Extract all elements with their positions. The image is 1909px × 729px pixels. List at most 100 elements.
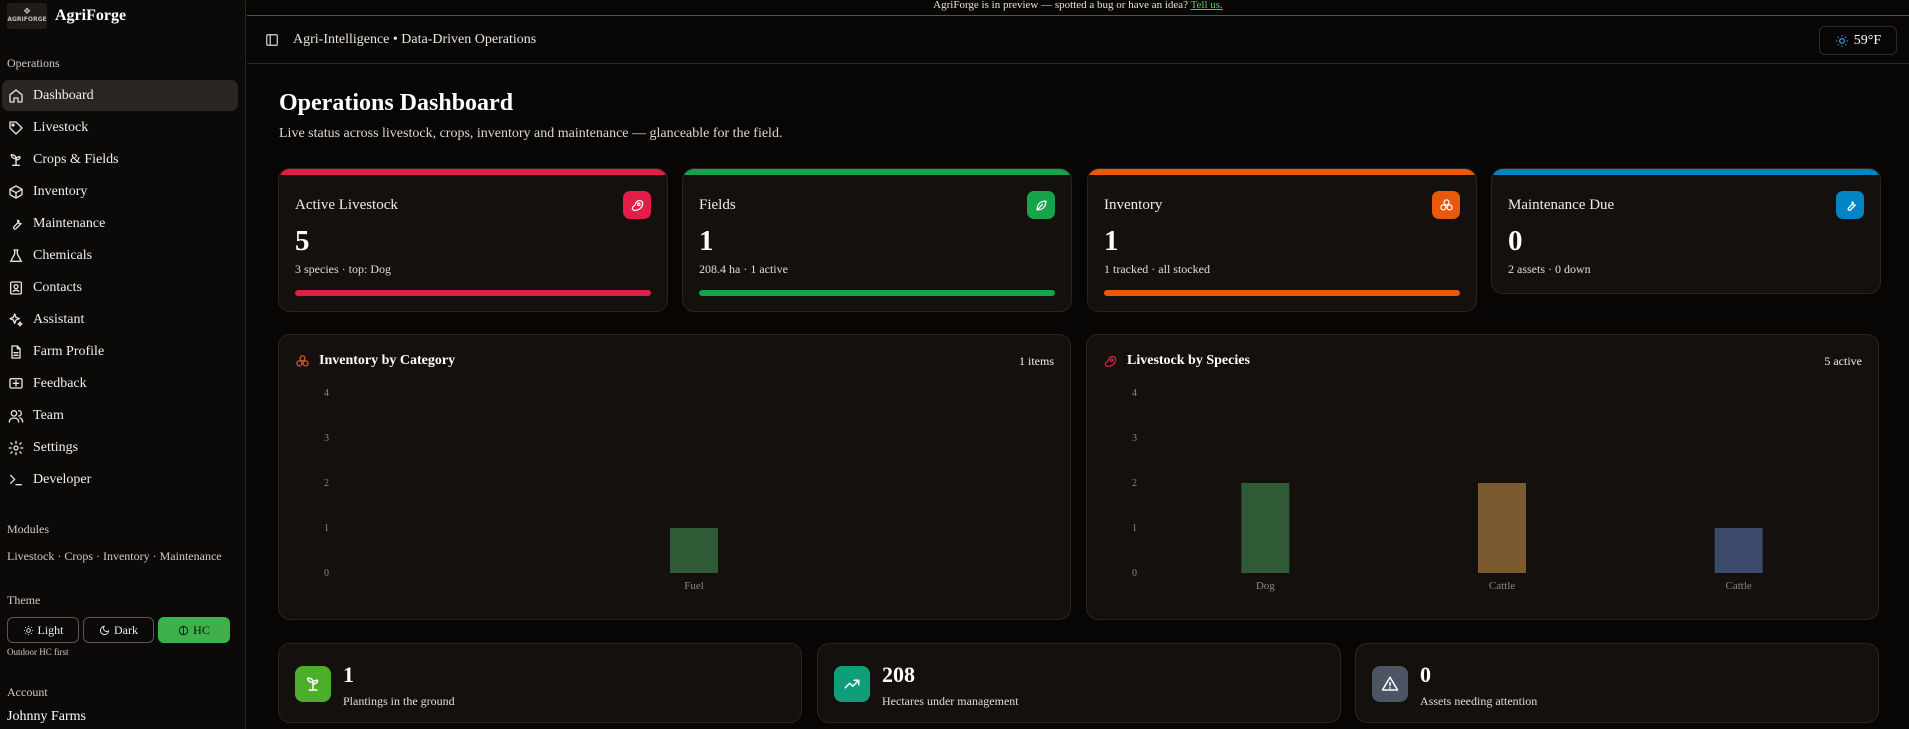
card-accent bbox=[683, 169, 1071, 175]
users-icon bbox=[8, 408, 24, 424]
y-tick-label: 0 bbox=[324, 568, 329, 579]
stat-label: Maintenance Due bbox=[1508, 197, 1615, 213]
sidebar-item-farm-profile[interactable]: Farm Profile bbox=[2, 336, 238, 367]
summary-card: 0 Assets needing attention bbox=[1355, 643, 1879, 723]
feedback-link[interactable]: Tell us. bbox=[1191, 0, 1223, 11]
sidebar: ❖ AGRIFORGE AgriForge Operations Dashboar… bbox=[0, 0, 246, 729]
summary-label: Plantings in the ground bbox=[343, 694, 455, 708]
sidebar-item-label: Chemicals bbox=[33, 247, 93, 263]
sidebar-toggle-icon[interactable] bbox=[265, 33, 279, 47]
stat-card-inventory[interactable]: Inventory 1 1 tracked · all stocked bbox=[1087, 168, 1477, 312]
alert-triangle-icon bbox=[1372, 666, 1408, 702]
card-accent bbox=[279, 169, 667, 175]
progress-bar bbox=[699, 290, 1055, 296]
sidebar-item-contacts[interactable]: Contacts bbox=[2, 272, 238, 303]
stat-label: Inventory bbox=[1104, 197, 1163, 213]
brand-name: AgriForge bbox=[55, 7, 127, 24]
inventory-chart-card: Inventory by Category 1 items 0 1 2 3 4 Fuel bbox=[278, 334, 1071, 620]
summary-value: 208 bbox=[882, 662, 915, 687]
stat-card-fields[interactable]: Fields 1 208.4 ha · 1 active bbox=[682, 168, 1072, 312]
file-icon bbox=[8, 344, 24, 360]
sidebar-item-dashboard[interactable]: Dashboard bbox=[2, 80, 238, 111]
stat-value: 1 bbox=[1104, 225, 1119, 257]
preview-banner: AgriForge is in preview — spotted a bug … bbox=[247, 0, 1909, 16]
stat-detail: 1 tracked · all stocked bbox=[1104, 262, 1210, 276]
sidebar-item-developer[interactable]: Developer bbox=[2, 464, 238, 495]
bar-cattle bbox=[1478, 483, 1526, 573]
theme-hc-button[interactable]: HC bbox=[158, 617, 230, 643]
message-icon bbox=[8, 376, 24, 392]
sidebar-item-livestock[interactable]: Livestock bbox=[2, 112, 238, 143]
summary-card: 208 Hectares under management bbox=[817, 643, 1341, 723]
sidebar-item-label: Inventory bbox=[33, 183, 88, 199]
theme-note: Outdoor HC first bbox=[7, 647, 69, 657]
progress-bar bbox=[295, 290, 651, 296]
bar-dog bbox=[1241, 483, 1290, 573]
stat-label: Active Livestock bbox=[295, 197, 398, 213]
sidebar-item-label: Livestock bbox=[33, 119, 89, 135]
terminal-icon bbox=[8, 472, 24, 488]
sidebar-item-chemicals[interactable]: Chemicals bbox=[2, 240, 238, 271]
page-title: Operations Dashboard bbox=[279, 90, 514, 116]
summary-value: 1 bbox=[343, 662, 354, 687]
inventory-bar-chart: 0 1 2 3 4 Fuel bbox=[324, 388, 718, 592]
sidebar-item-team[interactable]: Team bbox=[2, 400, 238, 431]
card-accent bbox=[1492, 169, 1880, 175]
modules-list: Livestock · Crops · Inventory · Maintena… bbox=[7, 549, 222, 563]
y-tick-label: 4 bbox=[324, 388, 329, 399]
x-tick-label: Cattle bbox=[1489, 580, 1515, 592]
y-tick-label: 2 bbox=[324, 478, 329, 489]
tag-icon bbox=[8, 120, 24, 136]
card-accent bbox=[1088, 169, 1476, 175]
stat-detail: 3 species · top: Dog bbox=[295, 262, 391, 276]
stat-card-active-livestock[interactable]: Active Livestock 5 3 species · top: Dog bbox=[278, 168, 668, 312]
gear-icon bbox=[8, 440, 24, 456]
progress-bar bbox=[1104, 290, 1460, 296]
brand-logo: ❖ AGRIFORGE bbox=[7, 3, 47, 29]
home-icon bbox=[8, 88, 24, 104]
sidebar-item-label: Assistant bbox=[33, 311, 85, 327]
summary-label: Hectares under management bbox=[882, 694, 1019, 708]
moon-icon bbox=[99, 625, 110, 635]
y-tick-label: 4 bbox=[1132, 388, 1137, 399]
sidebar-item-label: Contacts bbox=[33, 279, 82, 295]
sidebar-item-maintenance[interactable]: Maintenance bbox=[2, 208, 238, 239]
section-label-account: Account bbox=[7, 685, 48, 699]
sidebar-item-inventory[interactable]: Inventory bbox=[2, 176, 238, 207]
y-tick-label: 1 bbox=[324, 523, 329, 534]
theme-dark-button[interactable]: Dark bbox=[83, 617, 154, 643]
stat-label: Fields bbox=[699, 197, 736, 213]
theme-light-button[interactable]: Light bbox=[7, 617, 79, 643]
contact-icon bbox=[8, 280, 24, 296]
x-tick-label: Fuel bbox=[684, 580, 704, 592]
livestock-chart-card: Livestock by Species 5 active 0 1 2 3 4 Dog Ca… bbox=[1086, 334, 1879, 620]
y-tick-label: 1 bbox=[1132, 523, 1137, 534]
livestock-bar-chart: 0 1 2 3 4 Dog Cattle Cattle bbox=[1132, 388, 1763, 592]
weather-widget[interactable]: 59°F bbox=[1819, 26, 1897, 55]
sidebar-item-label: Dashboard bbox=[33, 87, 94, 103]
sidebar-item-settings[interactable]: Settings bbox=[2, 432, 238, 463]
y-tick-label: 0 bbox=[1132, 568, 1137, 579]
stat-value: 1 bbox=[699, 225, 714, 257]
brand[interactable]: ❖ AGRIFORGE AgriForge bbox=[0, 0, 245, 32]
sidebar-item-feedback[interactable]: Feedback bbox=[2, 368, 238, 399]
sprout-icon bbox=[8, 152, 24, 168]
stat-detail: 208.4 ha · 1 active bbox=[699, 262, 788, 276]
section-label-operations: Operations bbox=[7, 56, 60, 70]
section-label-modules: Modules bbox=[7, 522, 49, 536]
flask-icon bbox=[8, 248, 24, 264]
bar-cattle bbox=[1714, 528, 1763, 573]
stat-detail: 2 assets · 0 down bbox=[1508, 262, 1591, 276]
sidebar-item-crops-fields[interactable]: Crops & Fields bbox=[2, 144, 238, 175]
account-name[interactable]: Johnny Farms bbox=[7, 709, 86, 725]
summary-value: 0 bbox=[1420, 662, 1431, 687]
wrench-icon bbox=[1836, 191, 1864, 219]
sidebar-item-assistant[interactable]: Assistant bbox=[2, 304, 238, 335]
sidebar-item-label: Maintenance bbox=[33, 215, 106, 231]
x-tick-label: Cattle bbox=[1726, 580, 1752, 592]
sidebar-item-label: Crops & Fields bbox=[33, 151, 119, 167]
boxes-icon bbox=[1432, 191, 1460, 219]
summary-label: Assets needing attention bbox=[1420, 694, 1538, 708]
stat-card-maintenance-due[interactable]: Maintenance Due 0 2 assets · 0 down bbox=[1491, 168, 1881, 294]
stat-value: 0 bbox=[1508, 225, 1523, 257]
